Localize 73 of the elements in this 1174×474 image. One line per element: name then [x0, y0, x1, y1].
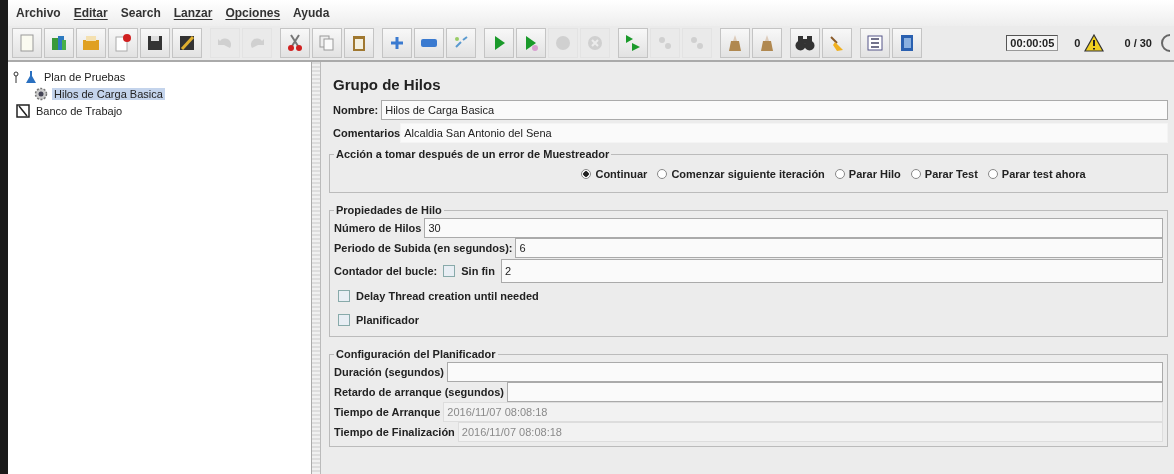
field-label: Tiempo de Finalización — [334, 426, 455, 438]
stop-icon — [553, 33, 573, 53]
menu-item[interactable]: Opciones — [225, 6, 281, 20]
group-title: Acción a tomar después de un error de Muestreador — [335, 148, 611, 160]
radio-button[interactable] — [834, 169, 845, 179]
radio-button[interactable] — [657, 169, 668, 179]
radio-option[interactable]: Parar Hilo — [834, 168, 901, 180]
toolbar-button[interactable] — [280, 28, 310, 58]
tree-toggle-icon[interactable] — [12, 70, 20, 83]
tree-item[interactable]: Banco de Trabajo — [34, 104, 125, 117]
floppy-icon — [145, 33, 165, 53]
radio-option[interactable]: Parar Test — [910, 168, 978, 180]
input-field[interactable] — [447, 362, 1163, 382]
comments-field[interactable]: Alcaldia San Antonio del Sena — [400, 123, 1168, 143]
radio-button[interactable] — [987, 169, 998, 179]
radio-option[interactable]: Continuar — [581, 168, 648, 180]
radio-button[interactable] — [910, 169, 921, 179]
gear-icon — [34, 86, 48, 101]
field-label: Retardo de arranque (segundos) — [334, 386, 504, 398]
scissors-icon — [285, 33, 305, 53]
option-label: Parar Test — [924, 168, 978, 180]
warning-count: 0 — [1074, 37, 1081, 49]
toolbar-button[interactable] — [790, 28, 820, 58]
close-circle-icon — [585, 33, 605, 53]
toolbar-button[interactable] — [140, 28, 170, 58]
checkbox-label: Delay Thread creation until needed — [356, 290, 539, 302]
thread-count: 0 / 30 — [1124, 37, 1152, 49]
tree-item[interactable]: Hilos de Carga Basica — [52, 87, 165, 100]
loop-count-field[interactable]: 2 — [500, 259, 1163, 283]
menu-item[interactable]: Ayuda — [293, 6, 330, 20]
elapsed-time: 00:00:05 — [1006, 35, 1059, 51]
radio-button[interactable] — [581, 169, 592, 179]
field-label: Número de Hilos — [334, 222, 422, 234]
flask-icon — [24, 69, 38, 84]
binoculars-icon — [795, 33, 815, 53]
copy-icon — [317, 33, 337, 53]
list-icon — [865, 33, 885, 53]
warning-icon[interactable] — [1084, 34, 1105, 52]
menu-item[interactable]: Archivo — [16, 6, 61, 20]
field-label: Nombre: — [333, 104, 379, 116]
checkbox[interactable] — [443, 265, 456, 277]
menu-item[interactable]: Editar — [73, 6, 108, 20]
checkbox-label: Sin fin — [461, 265, 495, 277]
option-label: Continuar — [595, 168, 648, 180]
group-title: Configuración del Planificador — [335, 348, 497, 360]
toolbar-button[interactable] — [108, 28, 138, 58]
toolbar-button[interactable] — [172, 28, 202, 58]
menu-item[interactable]: Search — [120, 6, 161, 20]
group-title: Propiedades de Hilo — [335, 204, 443, 216]
floppy-pen-icon — [177, 33, 197, 53]
name-field[interactable]: Hilos de Carga Basica — [381, 100, 1168, 120]
document-x-icon — [113, 33, 133, 53]
threads-field[interactable]: 30 — [424, 218, 1163, 238]
books-icon — [49, 33, 69, 53]
ramp-up-field[interactable]: 6 — [515, 238, 1163, 258]
field-label: Tiempo de Arranque — [334, 406, 441, 418]
toolbar-button[interactable] — [892, 28, 922, 58]
checkbox-label: Planificador — [356, 314, 419, 326]
field-label: Contador del bucle: — [334, 265, 438, 277]
tree-item[interactable]: Plan de Pruebas — [42, 70, 128, 83]
field-label: Periodo de Subida (en segundos): — [334, 242, 513, 254]
field-label: Duración (segundos) — [334, 366, 444, 378]
folder-icon — [81, 33, 101, 53]
option-label: Parar Hilo — [848, 168, 901, 180]
checkbox[interactable] — [338, 314, 350, 326]
document-icon — [17, 33, 37, 53]
workbench-icon — [16, 103, 30, 118]
input-field[interactable] — [506, 382, 1163, 402]
splitter-handle[interactable] — [312, 62, 321, 474]
field-label: Comentarios — [333, 127, 401, 139]
checkbox[interactable] — [338, 290, 350, 302]
panel-title: Grupo de Hilos — [333, 76, 442, 93]
menu-item[interactable]: Lanzar — [173, 6, 213, 20]
